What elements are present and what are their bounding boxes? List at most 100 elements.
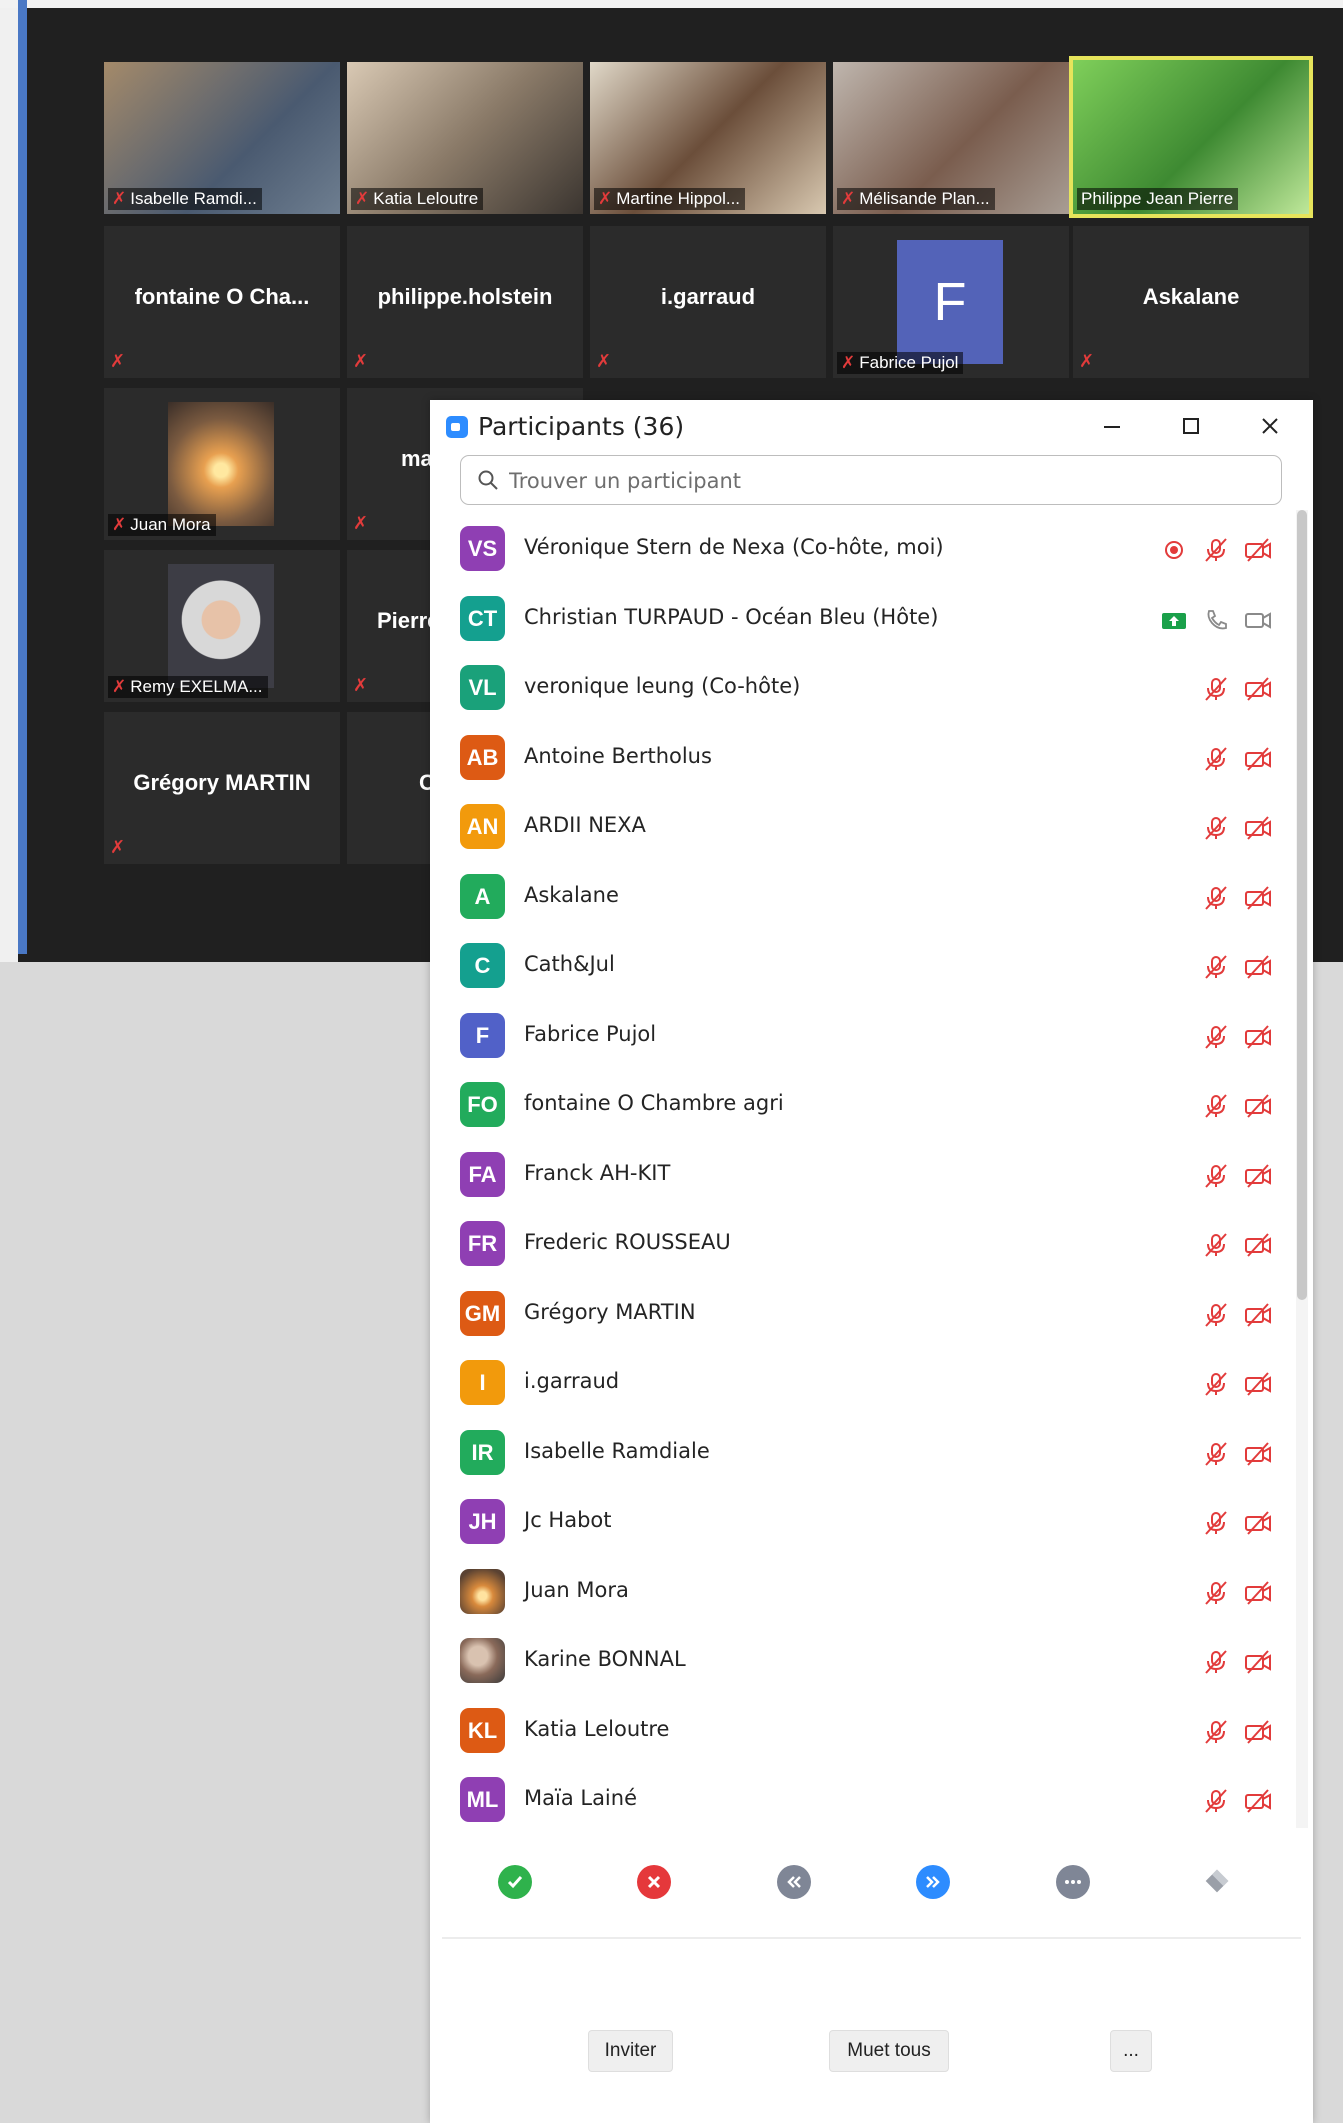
participant-row[interactable]: AB Antoine Bertholus bbox=[430, 724, 1290, 793]
participant-row[interactable]: KL Katia Leloutre bbox=[430, 1697, 1290, 1766]
participant-tile[interactable]: Grégory MARTIN ✗ bbox=[104, 712, 340, 864]
video-off-icon[interactable] bbox=[1244, 1580, 1272, 1606]
muted-mic-icon[interactable] bbox=[1202, 954, 1230, 980]
participant-row[interactable]: JH Jc Habot bbox=[430, 1488, 1290, 1557]
avatar bbox=[460, 1638, 505, 1683]
participant-status-icons bbox=[1202, 815, 1272, 841]
participant-row[interactable]: Karine BONNAL bbox=[430, 1627, 1290, 1696]
participant-row[interactable]: IR Isabelle Ramdiale bbox=[430, 1419, 1290, 1488]
muted-mic-icon[interactable] bbox=[1202, 1649, 1230, 1675]
video-off-icon[interactable] bbox=[1244, 954, 1272, 980]
video-off-icon[interactable] bbox=[1244, 815, 1272, 841]
video-tile-active-speaker[interactable]: Philippe Jean Pierre bbox=[1069, 56, 1313, 218]
muted-mic-icon[interactable] bbox=[1202, 885, 1230, 911]
video-off-icon[interactable] bbox=[1244, 1510, 1272, 1536]
video-off-icon[interactable] bbox=[1244, 1649, 1272, 1675]
more-reactions-button[interactable] bbox=[1056, 1865, 1090, 1899]
avatar: A bbox=[460, 873, 505, 919]
participant-tile[interactable]: philippe.holstein ✗ bbox=[347, 226, 583, 378]
video-off-icon[interactable] bbox=[1244, 1302, 1272, 1328]
participant-row[interactable]: A Askalane bbox=[430, 863, 1290, 932]
video-tile[interactable]: ✗ Isabelle Ramdi... bbox=[104, 62, 340, 214]
muted-mic-icon[interactable] bbox=[1202, 815, 1230, 841]
participant-row[interactable]: F Fabrice Pujol bbox=[430, 1002, 1290, 1071]
participant-tile[interactable]: ✗ Juan Mora bbox=[104, 388, 340, 540]
no-reaction-button[interactable] bbox=[637, 1865, 671, 1899]
scrollbar-thumb[interactable] bbox=[1297, 510, 1307, 1300]
muted-mic-icon[interactable] bbox=[1202, 1510, 1230, 1536]
muted-mic-icon[interactable] bbox=[1202, 1788, 1230, 1814]
tile-label: Philippe Jean Pierre bbox=[1077, 188, 1239, 210]
clear-all-button[interactable] bbox=[1200, 1865, 1234, 1899]
yes-reaction-button[interactable] bbox=[498, 1865, 532, 1899]
participant-row[interactable]: GM Grégory MARTIN bbox=[430, 1280, 1290, 1349]
participant-row[interactable]: CT Christian TURPAUD - Océan Bleu (Hôte) bbox=[430, 585, 1290, 654]
video-on-icon[interactable] bbox=[1244, 607, 1272, 633]
participant-name: Véronique Stern de Nexa (Co-hôte, moi) bbox=[524, 535, 944, 559]
muted-mic-icon[interactable] bbox=[1202, 1093, 1230, 1119]
muted-icon: ✗ bbox=[596, 351, 612, 372]
check-icon bbox=[507, 1876, 523, 1889]
more-options-button[interactable]: ... bbox=[1110, 2030, 1152, 2072]
muted-mic-icon[interactable] bbox=[1202, 676, 1230, 702]
participant-row[interactable]: Ii.garraud bbox=[430, 1349, 1290, 1418]
muted-mic-icon[interactable] bbox=[1202, 1441, 1230, 1467]
video-tile[interactable]: ✗ Katia Leloutre bbox=[347, 62, 583, 214]
participant-row[interactable]: FO fontaine O Chambre agri bbox=[430, 1071, 1290, 1140]
video-off-icon[interactable] bbox=[1244, 1441, 1272, 1467]
participant-tile[interactable]: F ✗ Fabrice Pujol bbox=[833, 226, 1069, 378]
tile-label: ✗ Fabrice Pujol bbox=[837, 352, 964, 374]
video-tile[interactable]: ✗ Martine Hippol... bbox=[590, 62, 826, 214]
participant-status-icons bbox=[1202, 1580, 1272, 1606]
maximize-button[interactable] bbox=[1173, 408, 1209, 444]
participant-row[interactable]: FR Frederic ROUSSEAU bbox=[430, 1210, 1290, 1279]
go-slower-button[interactable] bbox=[777, 1865, 811, 1899]
go-faster-button[interactable] bbox=[916, 1865, 950, 1899]
muted-mic-icon[interactable] bbox=[1202, 1163, 1230, 1189]
video-off-icon[interactable] bbox=[1244, 1788, 1272, 1814]
muted-mic-icon[interactable] bbox=[1202, 1024, 1230, 1050]
video-off-icon[interactable] bbox=[1244, 746, 1272, 772]
muted-mic-icon[interactable] bbox=[1202, 537, 1230, 563]
video-off-icon[interactable] bbox=[1244, 1232, 1272, 1258]
participant-tile[interactable]: Askalane ✗ bbox=[1073, 226, 1309, 378]
muted-mic-icon[interactable] bbox=[1202, 1580, 1230, 1606]
video-off-icon[interactable] bbox=[1244, 537, 1272, 563]
participant-row[interactable]: AN ARDII NEXA bbox=[430, 793, 1290, 862]
minimize-button[interactable] bbox=[1094, 408, 1130, 444]
tile-name: fontaine O Cha... bbox=[134, 284, 310, 309]
muted-mic-icon[interactable] bbox=[1202, 746, 1230, 772]
muted-mic-icon[interactable] bbox=[1202, 1719, 1230, 1745]
participant-row[interactable]: FA Franck AH-KIT bbox=[430, 1141, 1290, 1210]
participant-row[interactable]: VL veronique leung (Co-hôte) bbox=[430, 654, 1290, 723]
participant-row[interactable]: Juan Mora bbox=[430, 1558, 1290, 1627]
video-off-icon[interactable] bbox=[1244, 1093, 1272, 1119]
video-off-icon[interactable] bbox=[1244, 885, 1272, 911]
scrollbar[interactable] bbox=[1296, 510, 1308, 1828]
video-off-icon[interactable] bbox=[1244, 1719, 1272, 1745]
video-off-icon[interactable] bbox=[1244, 1371, 1272, 1397]
tile-name: philippe.holstein bbox=[377, 284, 553, 309]
muted-mic-icon[interactable] bbox=[1202, 1232, 1230, 1258]
video-off-icon[interactable] bbox=[1244, 1163, 1272, 1189]
participant-tile[interactable]: fontaine O Cha... ✗ bbox=[104, 226, 340, 378]
muted-mic-icon[interactable] bbox=[1202, 1302, 1230, 1328]
close-button[interactable] bbox=[1252, 408, 1288, 444]
participant-name: Isabelle Ramdiale bbox=[524, 1438, 710, 1463]
search-input[interactable] bbox=[507, 464, 1271, 498]
participant-row[interactable]: VS Véronique Stern de Nexa (Co-hôte, moi) bbox=[430, 515, 1290, 584]
participant-row[interactable]: ML Maïa Lainé bbox=[430, 1766, 1290, 1828]
participants-panel: Participants (36) VS Véronique Stern de N… bbox=[430, 400, 1313, 2123]
muted-mic-icon[interactable] bbox=[1202, 1371, 1230, 1397]
video-off-icon[interactable] bbox=[1244, 676, 1272, 702]
participant-row[interactable]: C Cath&Jul bbox=[430, 932, 1290, 1001]
invite-button[interactable]: Inviter bbox=[588, 2030, 673, 2072]
participant-tile[interactable]: ✗ Remy EXELMA... bbox=[104, 550, 340, 702]
video-tile[interactable]: ✗ Mélisande Plan... bbox=[833, 62, 1069, 214]
tile-label: ✗ Martine Hippol... bbox=[594, 188, 746, 210]
participant-status-icons bbox=[1202, 1093, 1272, 1119]
participant-tile[interactable]: i.garraud ✗ bbox=[590, 226, 826, 378]
video-off-icon[interactable] bbox=[1244, 1024, 1272, 1050]
participant-name: Katia Leloutre bbox=[524, 1716, 670, 1741]
mute-all-button[interactable]: Muet tous bbox=[829, 2030, 949, 2072]
